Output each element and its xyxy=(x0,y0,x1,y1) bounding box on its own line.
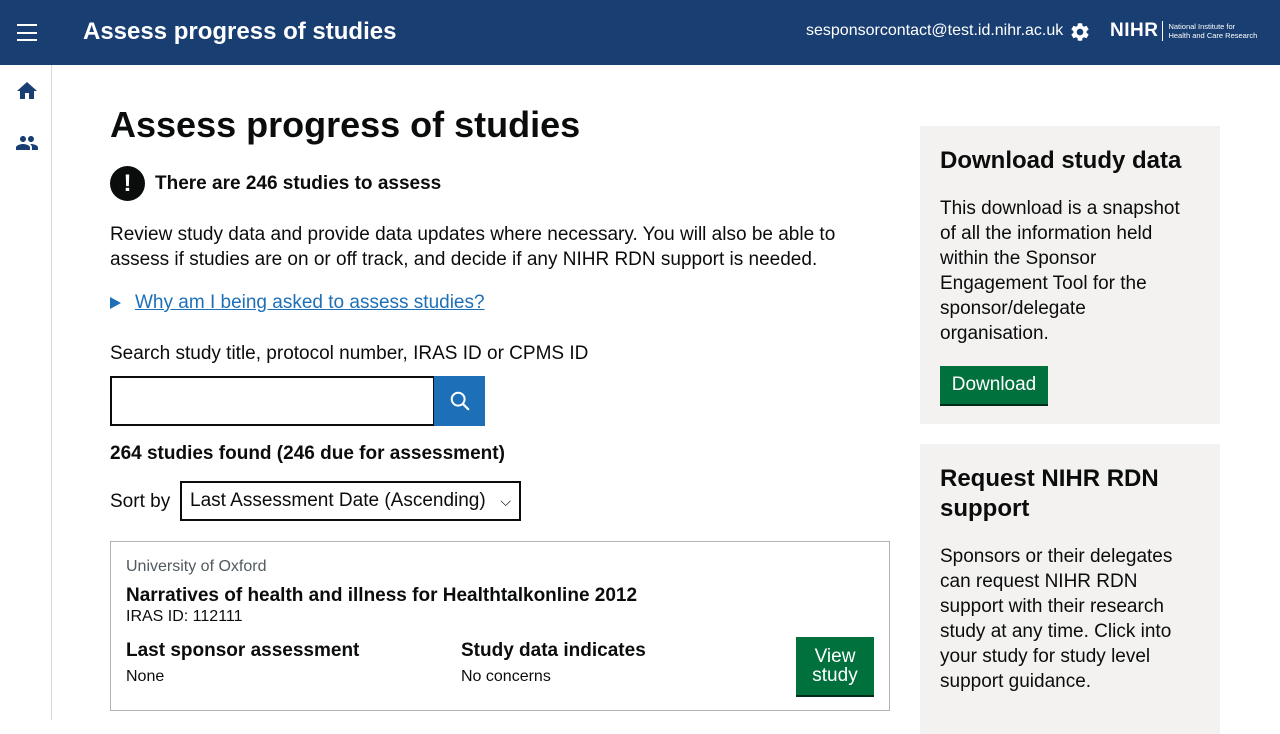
home-icon[interactable] xyxy=(15,79,39,103)
view-study-label-line1: View xyxy=(814,646,856,667)
warning-icon: ! xyxy=(110,166,145,201)
support-panel: Request NIHR RDN support Sponsors or the… xyxy=(920,444,1220,734)
logo-main-text: NIHR xyxy=(1110,20,1159,41)
download-panel: Download study data This download is a s… xyxy=(920,126,1220,424)
data-indicates-value: No concerns xyxy=(461,668,551,685)
logo-subtext-line2: Health and Care Research xyxy=(1168,31,1258,40)
warning-text: There are 246 studies to assess xyxy=(155,173,442,194)
search-input[interactable] xyxy=(110,376,435,426)
view-study-label-line2: study xyxy=(812,665,858,686)
study-card: University of Oxford Narratives of healt… xyxy=(110,541,890,711)
intro-paragraph: Review study data and provide data updat… xyxy=(110,224,836,270)
search-label: Search study title, protocol number, IRA… xyxy=(110,343,589,364)
support-panel-body: Sponsors or their delegates can request … xyxy=(940,546,1173,692)
why-assess-details-link[interactable]: Why am I being asked to assess studies? xyxy=(135,292,485,314)
search-icon xyxy=(450,391,469,411)
data-indicates-label: Study data indicates xyxy=(461,640,646,661)
logo-subtext: National Institute for Health and Care R… xyxy=(1168,22,1257,40)
sort-select[interactable]: Last Assessment Date (Ascending) ⌵ xyxy=(180,481,521,521)
chevron-down-icon: ⌵ xyxy=(500,492,511,509)
nihr-logo: NIHR National Institute for Health and C… xyxy=(1110,18,1257,44)
sort-label: Sort by xyxy=(110,491,171,512)
sort-selected-value: Last Assessment Date (Ascending) xyxy=(190,490,486,511)
app-header: Assess progress of studies sesponsorcont… xyxy=(0,0,1280,65)
logo-subtext-line1: National Institute for xyxy=(1168,22,1236,31)
study-iras-id: IRAS ID: 112111 xyxy=(126,608,243,625)
support-panel-title: Request NIHR RDN support xyxy=(940,465,1159,522)
download-button[interactable]: Download xyxy=(940,366,1048,404)
download-panel-body: This download is a snapshot of all the i… xyxy=(940,198,1180,344)
users-icon[interactable] xyxy=(15,131,39,155)
search-button[interactable] xyxy=(434,376,485,426)
results-count: 264 studies found (246 due for assessmen… xyxy=(110,443,505,464)
study-title: Narratives of health and illness for Hea… xyxy=(126,585,638,606)
user-email: sesponsorcontact@test.id.nihr.ac.uk xyxy=(806,22,1064,39)
page-title: Assess progress of studies xyxy=(110,104,581,145)
details-triangle-icon[interactable] xyxy=(110,297,121,309)
last-assessment-label: Last sponsor assessment xyxy=(126,640,360,661)
study-organisation: University of Oxford xyxy=(126,558,267,575)
settings-gear-icon[interactable] xyxy=(1069,21,1091,43)
download-panel-title: Download study data xyxy=(940,147,1182,174)
side-navigation xyxy=(0,65,52,720)
view-study-button[interactable]: View study xyxy=(796,637,874,695)
app-title: Assess progress of studies xyxy=(83,18,397,45)
last-assessment-value: None xyxy=(126,668,165,685)
hamburger-menu-icon[interactable] xyxy=(17,24,37,41)
logo-divider xyxy=(1162,21,1164,41)
